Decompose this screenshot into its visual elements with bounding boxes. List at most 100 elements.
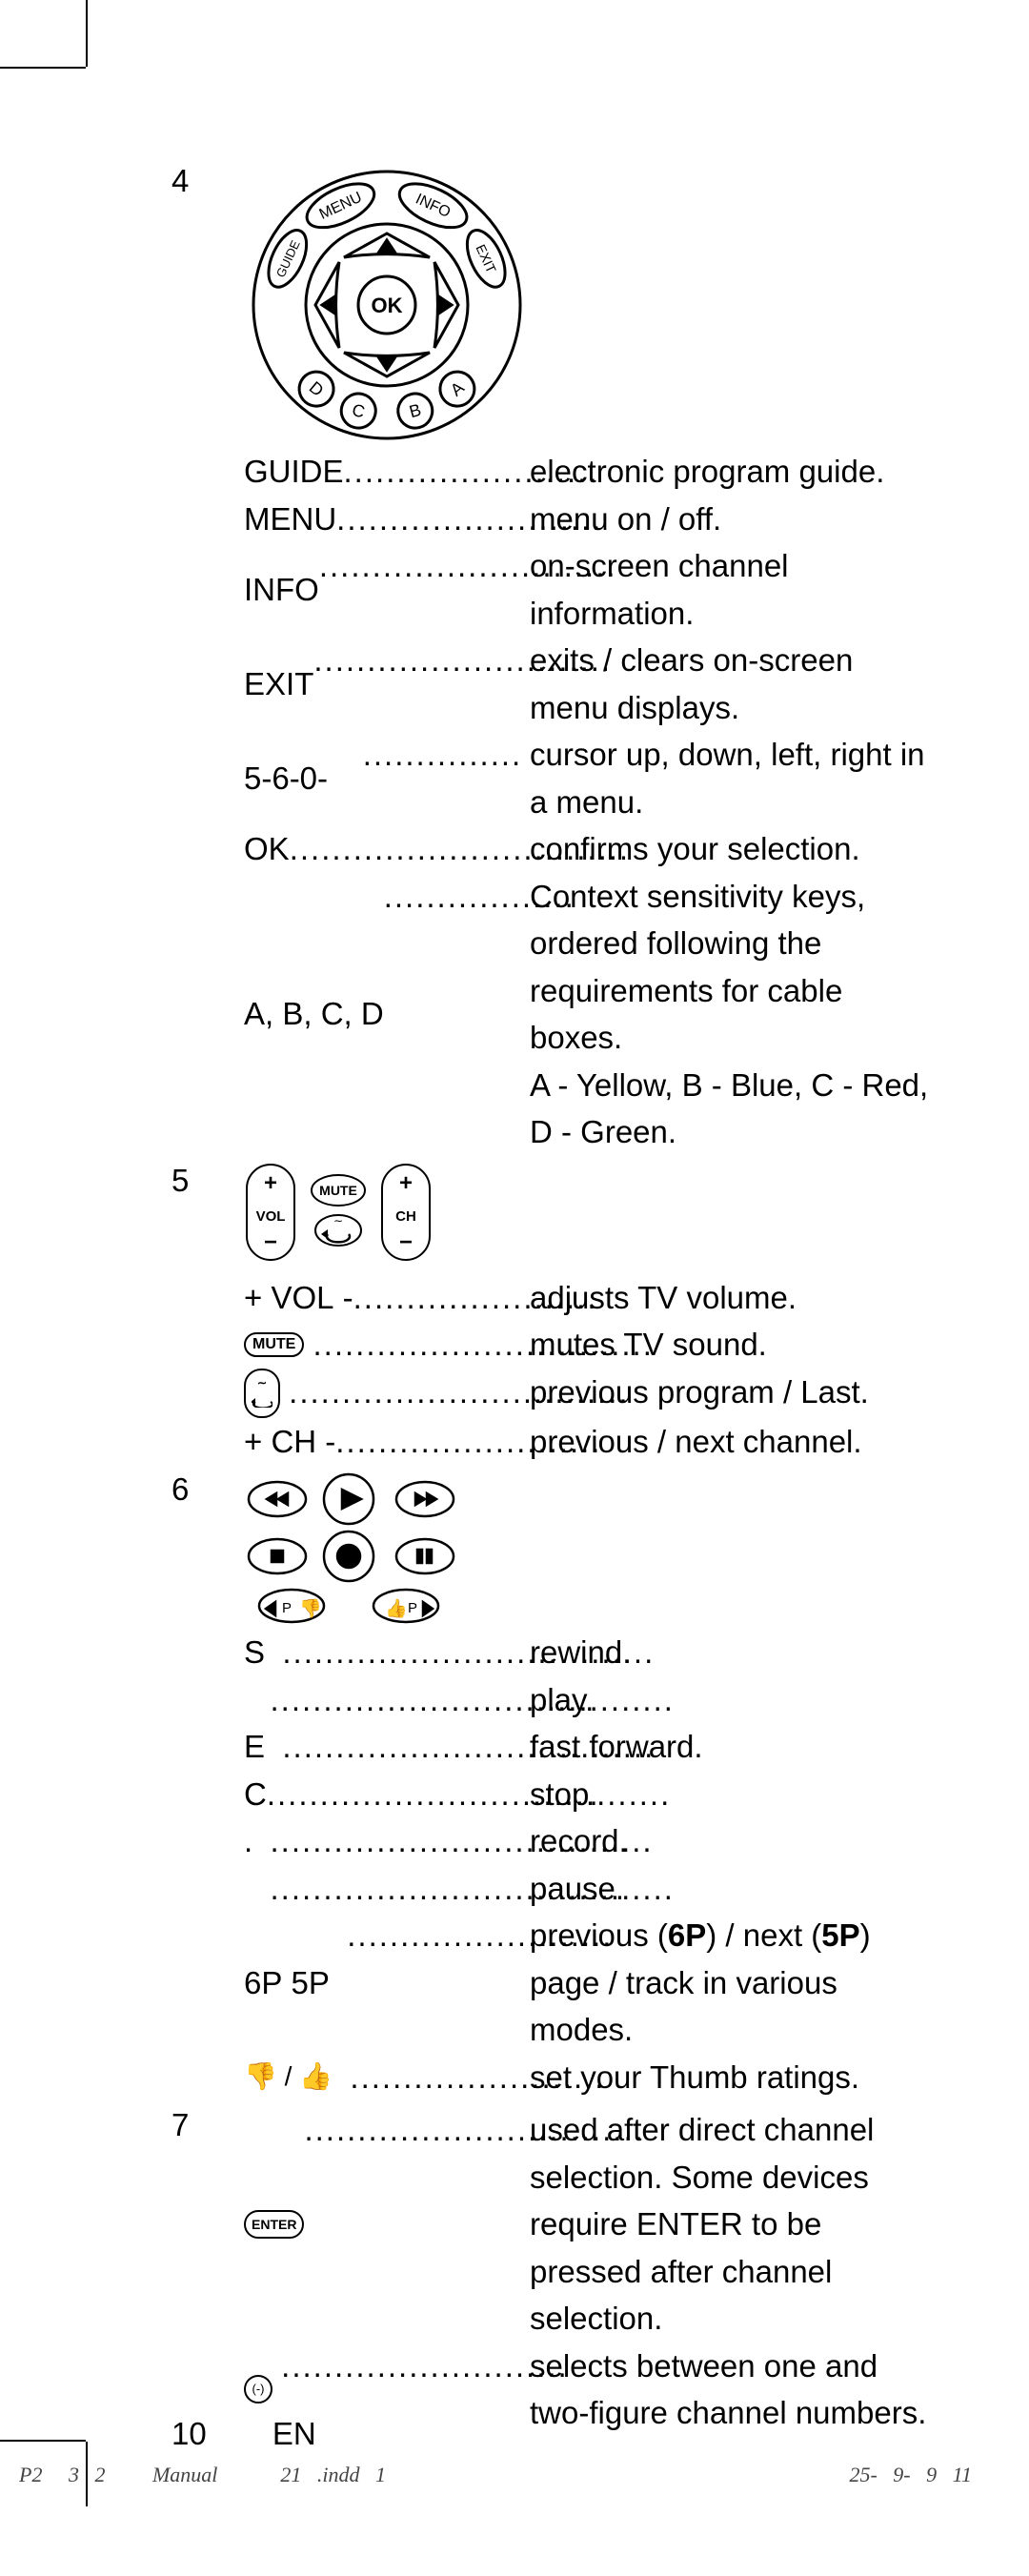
definition-label: 5-6-0- — [244, 731, 363, 825]
svg-text:B: B — [407, 400, 423, 421]
definition-row: GUIDE........................ electronic… — [244, 448, 934, 496]
section-number-6: 6 — [172, 1471, 244, 1509]
definition-description: cursor up, down, left, right in a menu. — [530, 731, 934, 825]
definition-label: + CH - — [244, 1418, 335, 1466]
page-footer: 10 EN — [172, 2416, 316, 2452]
definition-label: A, B, C, D — [244, 873, 384, 1156]
definition-row: 5-6-0- ............... cursor up, down, … — [244, 731, 934, 825]
definition-row: INFO............................ on-scre… — [244, 542, 934, 637]
svg-text:OK: OK — [372, 294, 403, 317]
definition-row: A, B, C, D.................. Context sen… — [244, 873, 934, 1156]
svg-text:👎: 👎 — [299, 1598, 322, 1619]
transport-icons: P 👎 👍 P — [244, 1471, 934, 1629]
definition-description: previous (6P) / next (5P) page / track i… — [530, 1912, 934, 2054]
section4-definitions: GUIDE........................ electronic… — [244, 448, 934, 1156]
section-4: 4 MENU INFO GUIDE EXIT A B C D — [172, 162, 934, 1156]
definition-label: OK — [244, 825, 290, 873]
print-footer-left: P2 3 2 Manual 21 .indd 1 — [19, 2463, 386, 2487]
definition-description: pause. — [530, 1865, 934, 1913]
svg-text:+: + — [264, 1170, 277, 1196]
definition-description: menu on / off. — [530, 496, 934, 543]
definition-row: ∼ ................................ previ… — [244, 1369, 934, 1418]
svg-text:−: − — [264, 1229, 277, 1255]
definition-row: 6P 5P ......................... previous… — [244, 1912, 934, 2054]
definition-description: on-screen channel information. — [530, 542, 934, 637]
definition-row: (-) ........................... selects … — [244, 2343, 934, 2437]
definition-description: adjusts TV volume. — [530, 1274, 934, 1322]
definition-row: ...................................... p… — [244, 1865, 934, 1913]
definition-label: 6P 5P — [244, 1912, 347, 2054]
definition-row: E ................................... fa… — [244, 1723, 934, 1771]
ch-rocker-icon: + CH − — [379, 1162, 433, 1263]
definition-row: + VOL -....................... adjusts T… — [244, 1274, 934, 1322]
definition-row: C...................................... … — [244, 1771, 934, 1818]
section5-icons: + VOL − MUTE ∼ + CH − — [244, 1162, 934, 1263]
section5-definitions: + VOL -....................... adjusts T… — [244, 1274, 934, 1466]
definition-description: play. — [530, 1676, 934, 1724]
definition-label: S — [244, 1629, 282, 1676]
section7-definitions: ENTER................................ us… — [244, 2106, 934, 2437]
definition-label: 👎 / 👍 — [244, 2054, 350, 2101]
definition-description: exits / clears on-screen menu displays. — [530, 637, 934, 731]
definition-description: previous program / Last. — [530, 1369, 934, 1418]
section-7: 7 ENTER................................ … — [172, 2106, 934, 2437]
definition-description: set your Thumb ratings. — [530, 2054, 934, 2101]
svg-text:👍: 👍 — [385, 1597, 408, 1619]
definition-label: E — [244, 1723, 282, 1771]
definition-label: EXIT — [244, 637, 313, 731]
svg-text:−: − — [399, 1229, 413, 1255]
definition-label: INFO — [244, 542, 319, 637]
definition-row: S ................................... re… — [244, 1629, 934, 1676]
svg-text:P: P — [282, 1600, 292, 1616]
definition-row: + CH -......................... previous… — [244, 1418, 934, 1466]
svg-text:P: P — [408, 1600, 417, 1616]
definition-row: 👎 / 👍 ........................ set your … — [244, 2054, 934, 2101]
svg-text:VOL: VOL — [256, 1208, 286, 1225]
section-number-5: 5 — [172, 1162, 244, 1200]
print-footer: P2 3 2 Manual 21 .indd 1 25- 9- 9 11 — [0, 2463, 991, 2487]
definition-label — [244, 1865, 271, 1913]
definition-label: ENTER — [244, 2106, 304, 2343]
mute-last-icons: MUTE ∼ — [307, 1162, 370, 1263]
definition-row: OK................................ confi… — [244, 825, 934, 873]
definition-description: selects between one and two-figure chann… — [530, 2343, 934, 2437]
manual-page: 4 MENU INFO GUIDE EXIT A B C D — [0, 0, 1029, 2576]
definition-description: stop. — [530, 1771, 934, 1818]
definition-row: MUTE ................................ mu… — [244, 1321, 934, 1369]
print-footer-right: 25- 9- 9 11 — [849, 2463, 972, 2487]
definition-label: ∼ — [244, 1369, 289, 1418]
definition-description: mutes TV sound. — [530, 1321, 934, 1369]
language-code: EN — [272, 2416, 316, 2451]
svg-text:+: + — [399, 1170, 413, 1196]
section-5: 5 + VOL − MUTE ∼ — [172, 1162, 934, 1466]
svg-text:A: A — [447, 378, 468, 400]
svg-text:C: C — [350, 400, 367, 422]
definition-description: fast forward. — [530, 1723, 934, 1771]
mute-icon: MUTE — [244, 1332, 304, 1357]
definition-label: C — [244, 1771, 267, 1818]
definition-row: EXIT............................ exits /… — [244, 637, 934, 731]
definition-row: MENU......................... menu on / … — [244, 496, 934, 543]
section6-definitions: S ................................... re… — [244, 1629, 934, 2100]
definition-description: record. — [530, 1817, 934, 1865]
thumbs-icons: 👎 / 👍 — [244, 2057, 333, 2097]
definition-label — [244, 1676, 271, 1724]
definition-description: rewind. — [530, 1629, 934, 1676]
vol-rocker-icon: + VOL − — [244, 1162, 297, 1263]
svg-text:∼: ∼ — [333, 1214, 343, 1227]
page-number: 10 — [172, 2416, 207, 2451]
dash-icon: (-) — [244, 2375, 272, 2404]
definition-description: Context sensitivity keys, ordered follow… — [530, 873, 934, 1156]
svg-text:CH: CH — [395, 1208, 416, 1225]
definition-description: electronic program guide. — [530, 448, 934, 496]
section-number-4: 4 — [172, 162, 244, 200]
definition-label: + VOL - — [244, 1274, 353, 1322]
svg-text:MUTE: MUTE — [319, 1183, 357, 1198]
definition-label: MENU — [244, 496, 336, 543]
dial-diagram: MENU INFO GUIDE EXIT A B C D OK — [244, 162, 530, 448]
last-icon: ∼ — [244, 1369, 280, 1418]
definition-label: GUIDE — [244, 448, 344, 496]
definition-row: ...................................... p… — [244, 1676, 934, 1724]
definition-label: MUTE — [244, 1321, 313, 1369]
section-6: 6 P 👎 👍 P — [172, 1471, 934, 2100]
